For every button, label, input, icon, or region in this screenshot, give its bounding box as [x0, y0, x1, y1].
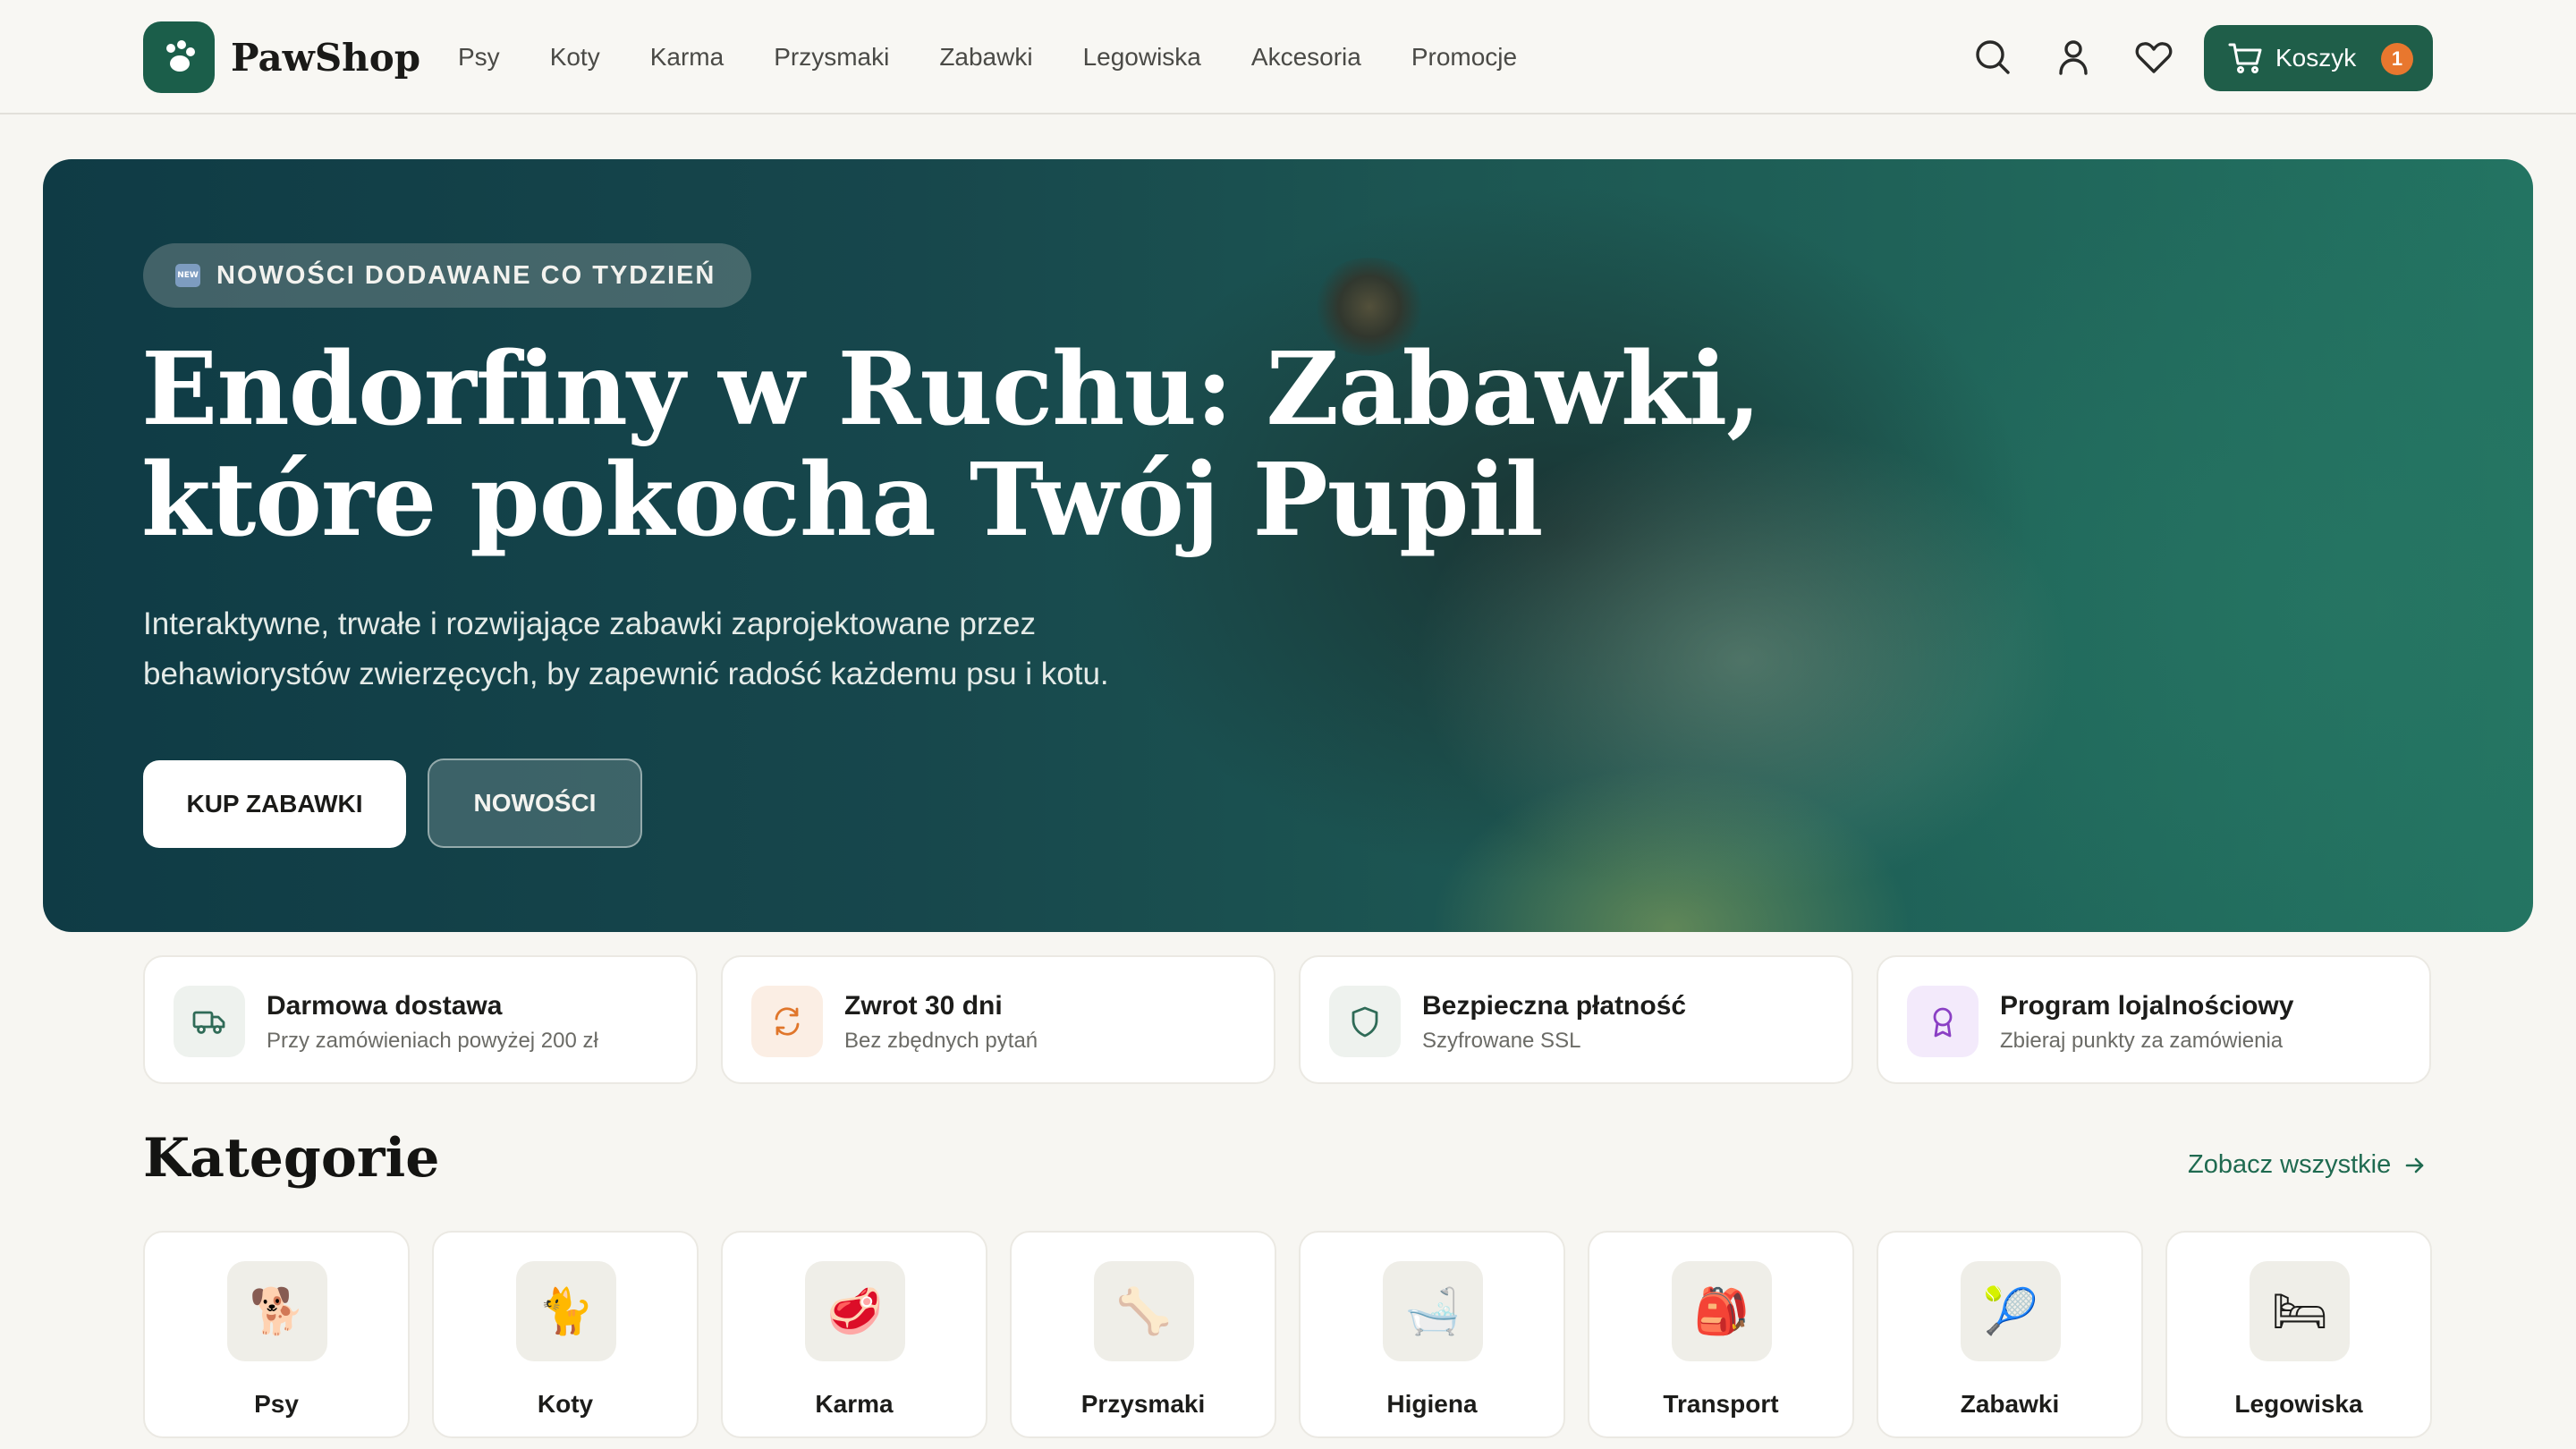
shop-toys-button[interactable]: KUP ZABAWKI: [143, 760, 406, 848]
hero-badge-text: NOWOŚCI DODAWANE CO TYDZIEŃ: [216, 260, 716, 290]
cat-icon: 🐈: [516, 1261, 616, 1361]
hero-badge: NEW NOWOŚCI DODAWANE CO TYDZIEŃ: [143, 243, 752, 308]
category-card-koty[interactable]: 🐈 Koty: [432, 1231, 699, 1438]
hero-title-line-2: które pokocha Twój Pupil: [141, 442, 1544, 559]
feature-returns: Zwrot 30 dni Bez zbędnych pytań: [721, 955, 1275, 1084]
hero-subtitle-line-1: Interaktywne, trwałe i rozwijające zabaw…: [143, 606, 1036, 641]
user-icon[interactable]: [2052, 36, 2095, 79]
truck-icon: [174, 986, 245, 1057]
cart-button[interactable]: Koszyk 1: [2204, 25, 2433, 91]
heart-icon[interactable]: [2132, 36, 2175, 79]
backpack-icon: 🎒: [1672, 1261, 1772, 1361]
category-label: Transport: [1663, 1390, 1779, 1418]
category-label: Przysmaki: [1080, 1390, 1206, 1418]
cart-count-badge: 1: [2381, 43, 2413, 75]
award-icon: [1907, 986, 1979, 1057]
category-label: Karma: [815, 1390, 894, 1418]
category-card-higiena[interactable]: 🛁 Higiena: [1299, 1231, 1565, 1438]
category-label: Koty: [537, 1390, 594, 1418]
hero-subtitle: Interaktywne, trwałe i rozwijające zabaw…: [143, 599, 1216, 699]
refresh-icon: [751, 986, 823, 1057]
hero-title-line-1: Endorfiny w Ruchu: Zabawki,: [141, 331, 1761, 448]
feature-desc: Zbieraj punkty za zamówienia: [2000, 1029, 2284, 1053]
see-all-label: Zobacz wszystkie: [2188, 1150, 2392, 1179]
new-badge-icon: NEW: [175, 264, 200, 287]
cart-label: Koszyk: [2275, 44, 2357, 72]
bed-icon: 🛏: [2250, 1261, 2350, 1361]
feature-desc: Szyfrowane SSL: [1422, 1029, 1581, 1053]
feature-title: Zwrot 30 dni: [844, 991, 1003, 1021]
nav-item-koty[interactable]: Koty: [550, 39, 600, 75]
see-all-link[interactable]: Zobacz wszystkie: [2188, 1150, 2428, 1180]
category-label: Zabawki: [1960, 1390, 2060, 1418]
feature-title: Bezpieczna płatność: [1422, 991, 1687, 1021]
arrow-right-icon: [2405, 1157, 2424, 1173]
logo[interactable]: PawShop: [143, 21, 420, 93]
nav-item-akcesoria[interactable]: Akcesoria: [1251, 39, 1361, 75]
nav-item-przysmaki[interactable]: Przysmaki: [774, 39, 889, 75]
hero-title: Endorfiny w Ruchu: Zabawki, które pokoch…: [141, 335, 1841, 556]
nav-item-karma[interactable]: Karma: [650, 39, 724, 75]
feature-title: Program lojalnościowy: [2000, 991, 2294, 1021]
category-card-transport[interactable]: 🎒 Transport: [1588, 1231, 1854, 1438]
brand-name: PawShop: [231, 35, 421, 80]
category-card-karma[interactable]: 🥩 Karma: [721, 1231, 987, 1438]
hero-banner: NEW NOWOŚCI DODAWANE CO TYDZIEŃ Endorfin…: [43, 159, 2533, 932]
hero-subtitle-line-2: behawiorystów zwierzęcych, by zapewnić r…: [143, 657, 1109, 691]
feature-title: Darmowa dostawa: [267, 991, 503, 1021]
category-label: Higiena: [1386, 1390, 1478, 1418]
main-nav: Psy Koty Karma Przysmaki Zabawki Legowis…: [458, 39, 1567, 75]
new-arrivals-button[interactable]: NOWOŚCI: [428, 758, 642, 848]
bone-icon: 🦴: [1094, 1261, 1194, 1361]
category-card-przysmaki[interactable]: 🦴 Przysmaki: [1010, 1231, 1276, 1438]
paw-logo-icon: [143, 21, 215, 93]
feature-loyalty: Program lojalnościowy Zbieraj punkty za …: [1877, 955, 2431, 1084]
category-card-legowiska[interactable]: 🛏 Legowiska: [2165, 1231, 2432, 1438]
category-card-zabawki[interactable]: 🎾 Zabawki: [1877, 1231, 2143, 1438]
search-icon[interactable]: [1971, 36, 2014, 79]
category-label: Psy: [254, 1390, 299, 1418]
bathtub-icon: 🛁: [1383, 1261, 1483, 1361]
nav-item-legowiska[interactable]: Legowiska: [1083, 39, 1201, 75]
feature-desc: Bez zbędnych pytań: [844, 1029, 1038, 1053]
nav-item-psy[interactable]: Psy: [458, 39, 500, 75]
meat-icon: 🥩: [805, 1261, 905, 1361]
tennis-ball-icon: 🎾: [1961, 1261, 2061, 1361]
category-card-psy[interactable]: 🐕 Psy: [143, 1231, 410, 1438]
site-header: PawShop Psy Koty Karma Przysmaki Zabawki…: [0, 0, 2576, 114]
cart-icon: [2228, 43, 2262, 73]
category-label: Legowiska: [2234, 1390, 2363, 1418]
feature-secure-payment: Bezpieczna płatność Szyfrowane SSL: [1299, 955, 1853, 1084]
nav-item-promocje[interactable]: Promocje: [1411, 39, 1517, 75]
shield-icon: [1329, 986, 1401, 1057]
feature-free-shipping: Darmowa dostawa Przy zamówieniach powyże…: [143, 955, 698, 1084]
categories-title: Kategorie: [143, 1127, 440, 1190]
nav-item-zabawki[interactable]: Zabawki: [939, 39, 1032, 75]
feature-desc: Przy zamówieniach powyżej 200 zł: [267, 1029, 598, 1053]
dog-icon: 🐕: [227, 1261, 327, 1361]
